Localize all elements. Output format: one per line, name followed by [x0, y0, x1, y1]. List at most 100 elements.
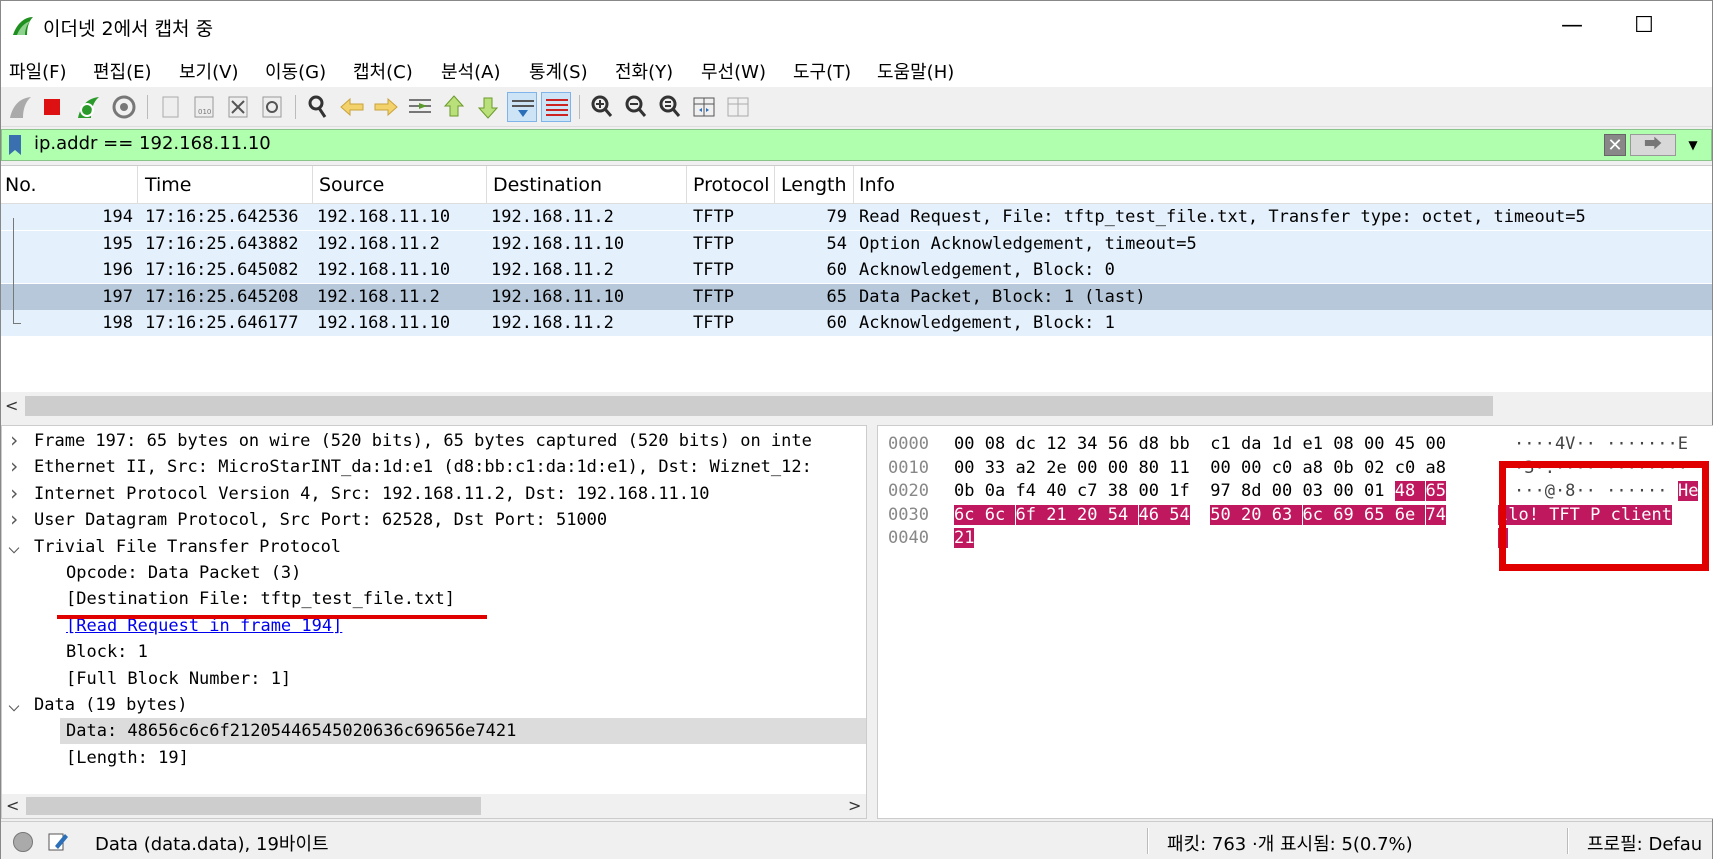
hex-byte[interactable]: 00: [1364, 434, 1384, 454]
resize-columns-icon[interactable]: [689, 92, 719, 122]
hex-byte[interactable]: c0: [1395, 458, 1415, 478]
column-info[interactable]: Info: [859, 174, 895, 196]
packet-row[interactable]: 194 17:16:25.642536 192.168.11.10 192.168.1…: [1, 204, 1712, 230]
hex-byte[interactable]: 80: [1139, 458, 1159, 478]
hex-byte[interactable]: dc: [1016, 434, 1036, 454]
hex-byte[interactable]: 11: [1169, 458, 1189, 478]
status-profile[interactable]: 프로필: Defau: [1587, 830, 1702, 856]
zoom-in-icon[interactable]: [587, 92, 617, 122]
packet-row[interactable]: 197 17:16:25.645208 192.168.11.2 192.168.11…: [1, 283, 1712, 310]
open-file-icon[interactable]: [155, 92, 185, 122]
hex-byte[interactable]: 00: [1426, 434, 1446, 454]
menu-statistics[interactable]: 통계(S): [529, 58, 588, 84]
hex-byte[interactable]: 02: [1364, 458, 1384, 478]
ascii-dump[interactable]: ····4V·· ·······E: [1514, 434, 1688, 454]
hex-byte[interactable]: 56: [1108, 434, 1128, 454]
hex-byte[interactable]: 21: [1046, 504, 1077, 525]
hex-byte[interactable]: 0b: [954, 481, 974, 501]
hex-byte[interactable]: 6c: [954, 504, 985, 525]
detail-tree-item[interactable]: Opcode: Data Packet (3): [2, 560, 868, 586]
packet-row[interactable]: 195 17:16:25.643882 192.168.11.2 192.168.11…: [1, 230, 1712, 257]
scroll-left-icon[interactable]: <: [6, 796, 19, 815]
hex-byte[interactable]: 00: [1108, 458, 1128, 478]
expert-info-icon[interactable]: [13, 832, 33, 852]
detail-tree-item[interactable]: ⌵ Trivial File Transfer Protocol: [2, 534, 868, 560]
capture-options-icon[interactable]: [109, 92, 139, 122]
restart-capture-icon[interactable]: [73, 92, 103, 122]
detail-tree-item[interactable]: [Full Block Number: 1]: [2, 666, 868, 692]
hex-byte[interactable]: 46: [1138, 504, 1170, 525]
edit-comment-icon[interactable]: [47, 830, 69, 852]
column-destination[interactable]: Destination: [493, 174, 602, 196]
detail-tree-item[interactable]: Block: 1: [2, 639, 868, 665]
hex-byte[interactable]: 50: [1210, 504, 1241, 525]
details-horizontal-scrollbar[interactable]: < >: [2, 794, 866, 818]
hex-byte[interactable]: c1: [1210, 434, 1230, 454]
hex-byte[interactable]: a2: [1016, 458, 1036, 478]
collapsed-arrow-icon[interactable]: ›: [8, 428, 20, 452]
hex-byte[interactable]: da: [1241, 434, 1261, 454]
hex-byte[interactable]: e1: [1303, 434, 1323, 454]
hex-byte[interactable]: c0: [1272, 458, 1292, 478]
hex-byte[interactable]: 08: [985, 434, 1005, 454]
hex-byte[interactable]: 54: [1169, 504, 1190, 525]
expanded-arrow-icon[interactable]: ⌵: [8, 692, 20, 716]
menu-tools[interactable]: 도구(T): [793, 58, 851, 84]
go-forward-icon[interactable]: [371, 92, 401, 122]
minimize-button[interactable]: —: [1549, 9, 1595, 43]
detail-tree-item[interactable]: › Internet Protocol Version 4, Src: 192.1…: [2, 481, 868, 507]
hex-byte[interactable]: 6f: [1015, 504, 1047, 525]
colorize-icon[interactable]: [541, 92, 571, 122]
hex-byte[interactable]: 33: [985, 458, 1005, 478]
hex-byte[interactable]: 00: [1139, 481, 1159, 501]
zoom-out-icon[interactable]: [621, 92, 651, 122]
clear-filter-icon[interactable]: ✕: [1604, 134, 1626, 156]
detail-tree-item[interactable]: ⌵ Data (19 bytes): [2, 692, 868, 718]
hex-byte[interactable]: 00: [954, 458, 974, 478]
hex-byte[interactable]: 08: [1333, 434, 1353, 454]
hex-byte[interactable]: 00: [1077, 458, 1097, 478]
hex-byte[interactable]: 45: [1395, 434, 1415, 454]
hex-byte[interactable]: 74: [1425, 504, 1446, 525]
save-file-icon[interactable]: 010: [189, 92, 219, 122]
menu-file[interactable]: 파일(F): [9, 58, 67, 84]
hex-byte[interactable]: 00: [1333, 481, 1353, 501]
stop-capture-icon[interactable]: [37, 92, 67, 122]
hex-byte[interactable]: bb: [1169, 434, 1189, 454]
hex-byte[interactable]: 21: [954, 528, 975, 548]
hex-byte[interactable]: 54: [1107, 504, 1139, 525]
go-to-packet-icon[interactable]: [405, 92, 435, 122]
autoscroll-icon[interactable]: [507, 92, 537, 122]
menu-analyze[interactable]: 분석(A): [441, 58, 500, 84]
hex-byte[interactable]: 65: [1425, 481, 1446, 501]
hex-byte[interactable]: 38: [1108, 481, 1128, 501]
hex-byte[interactable]: 20: [1077, 504, 1108, 525]
reload-file-icon[interactable]: [257, 92, 287, 122]
hex-byte[interactable]: 00: [1210, 458, 1230, 478]
menu-help[interactable]: 도움말(H): [877, 58, 954, 84]
menu-view[interactable]: 보기(V): [179, 58, 238, 84]
scrollbar-thumb[interactable]: [25, 396, 1493, 416]
hex-byte[interactable]: 00: [1241, 458, 1261, 478]
filter-history-dropdown-icon[interactable]: ▼: [1682, 134, 1704, 156]
detail-tree-item[interactable]: [Length: 19]: [2, 745, 868, 771]
display-filter-input[interactable]: ip.addr == 192.168.11.10: [34, 133, 271, 154]
expanded-arrow-icon[interactable]: ⌵: [8, 534, 20, 558]
menu-capture[interactable]: 캡처(C): [353, 58, 413, 84]
hex-byte[interactable]: 20: [1241, 504, 1272, 525]
hex-byte[interactable]: 65: [1364, 504, 1395, 525]
scroll-left-icon[interactable]: <: [5, 396, 18, 415]
detail-tree-item[interactable]: [Destination File: tftp_test_file.txt]: [2, 586, 868, 612]
find-packet-icon[interactable]: [303, 92, 333, 122]
packet-row[interactable]: 196 17:16:25.645082 192.168.11.10 192.168.1…: [1, 257, 1712, 283]
hex-byte[interactable]: 03: [1303, 481, 1323, 501]
detail-tree-item[interactable]: › Frame 197: 65 bytes on wire (520 bits),…: [2, 428, 868, 454]
bookmark-icon[interactable]: [9, 135, 21, 155]
hex-byte[interactable]: 0b: [1333, 458, 1353, 478]
start-capture-icon[interactable]: [5, 92, 35, 122]
hex-byte[interactable]: 6e: [1394, 504, 1426, 525]
close-file-icon[interactable]: [223, 92, 253, 122]
hex-byte[interactable]: 63: [1271, 504, 1303, 525]
column-time[interactable]: Time: [145, 174, 192, 196]
zoom-normal-icon[interactable]: [655, 92, 685, 122]
